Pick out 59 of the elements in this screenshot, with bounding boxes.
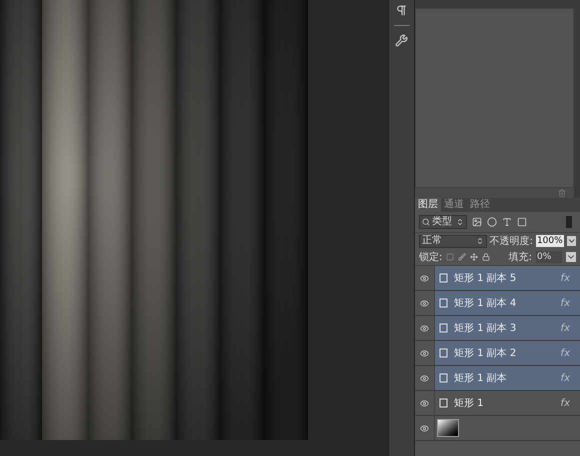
panel-tab[interactable]: 通道 [441, 198, 467, 212]
eye-icon[interactable] [420, 398, 429, 408]
paragraph-icon[interactable] [395, 4, 408, 17]
effects-label: fx [560, 396, 570, 410]
layer-row[interactable]: 矩形 1 副本 4 fx [415, 291, 580, 316]
panel-tab[interactable]: 路径 [467, 198, 493, 212]
up-down-arrows-icon [476, 237, 484, 245]
filter-dropdown[interactable]: 类型 [419, 215, 467, 229]
effects-label: fx [560, 372, 570, 386]
gradient-thumbnail [437, 419, 459, 437]
blend-mode-dropdown[interactable]: 正常 [419, 234, 487, 248]
layer-row[interactable] [415, 416, 580, 441]
fill-label: 填充: [508, 250, 532, 264]
dropdown-arrow-icon[interactable] [566, 236, 576, 246]
text-icon[interactable] [502, 217, 512, 227]
panel-tab[interactable]: 图层 [415, 198, 441, 212]
eye-icon[interactable] [420, 324, 429, 332]
checker-icon[interactable] [446, 253, 454, 261]
layer-name: 矩形 1 [454, 396, 485, 410]
opacity-field[interactable]: 100% [536, 235, 564, 247]
up-down-arrows-icon [456, 218, 464, 226]
layer-name: 矩形 1 副本 2 [454, 346, 518, 360]
eye-icon[interactable] [420, 274, 429, 282]
search-icon [422, 218, 430, 226]
effects-label: fx [560, 296, 570, 310]
layer-row[interactable]: 矩形 1 副本 3 fx [415, 316, 580, 341]
shape-thumbnail-icon [439, 323, 448, 333]
layer-name: 矩形 1 副本 [454, 372, 508, 386]
layer-row[interactable]: 矩形 1 副本 5 fx [415, 266, 580, 291]
shape-thumbnail-icon [439, 373, 448, 383]
eye-icon[interactable] [420, 348, 429, 358]
layer-name: 矩形 1 副本 4 [454, 296, 518, 310]
shape-thumbnail-icon [439, 273, 448, 283]
layer-name: 矩形 1 副本 3 [454, 322, 518, 336]
layer-row[interactable]: 矩形 1 副本 fx [415, 366, 580, 391]
square-icon[interactable] [517, 217, 527, 227]
image-icon[interactable] [472, 217, 482, 227]
eye-icon[interactable] [420, 298, 429, 308]
layer-name: 矩形 1 副本 5 [454, 272, 518, 286]
layer-row[interactable]: 矩形 1 fx [415, 391, 580, 416]
fill-field[interactable]: 0% [536, 251, 562, 263]
effects-label: fx [560, 272, 570, 286]
lock-label: 锁定: [419, 250, 442, 264]
dropdown-arrow-icon[interactable] [566, 252, 576, 262]
opacity-label: 不透明度: [490, 234, 533, 248]
eye-icon[interactable] [420, 424, 429, 432]
circle-icon[interactable] [487, 217, 497, 227]
shape-thumbnail-icon [439, 298, 448, 308]
effects-label: fx [560, 346, 570, 360]
brush-icon[interactable] [458, 253, 466, 261]
eye-icon[interactable] [420, 374, 429, 382]
layer-row[interactable]: 矩形 1 副本 2 fx [415, 341, 580, 366]
shape-thumbnail-icon [439, 398, 448, 408]
tools-icon[interactable] [395, 34, 408, 47]
shape-thumbnail-icon [439, 348, 448, 358]
filter-toggle[interactable] [566, 216, 572, 228]
move-icon[interactable] [470, 253, 478, 261]
effects-label: fx [560, 322, 570, 336]
lock-icon[interactable] [482, 253, 490, 261]
